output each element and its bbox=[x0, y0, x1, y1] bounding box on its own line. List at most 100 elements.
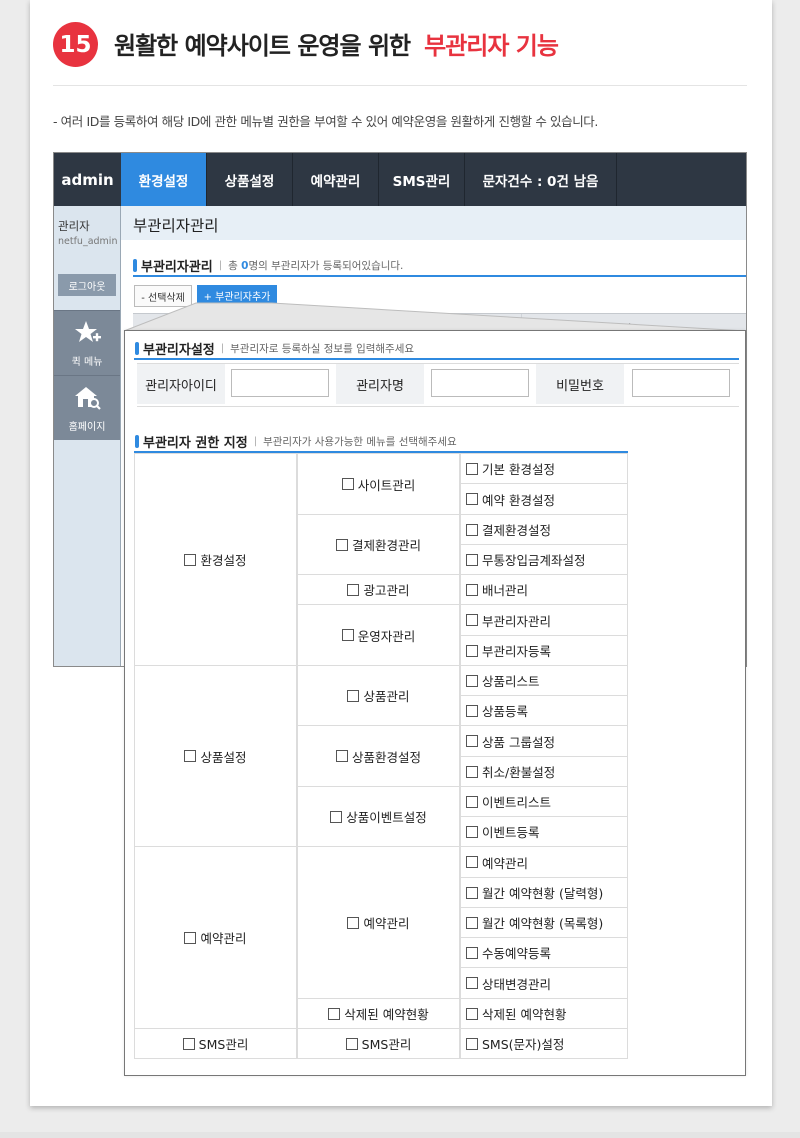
heading-highlight: 부관리자 기능 bbox=[424, 32, 559, 60]
perm-submenu: 상품관리 bbox=[297, 665, 460, 726]
perm-group: 상품설정 bbox=[134, 665, 297, 847]
perm-item-label: 부관리자관리 bbox=[482, 613, 552, 629]
perm-item-checkbox[interactable] bbox=[466, 614, 478, 626]
nav-reservations[interactable]: 예약관리 bbox=[293, 153, 379, 206]
perm-item-checkbox[interactable] bbox=[466, 462, 478, 475]
perm-item-label: 상품등록 bbox=[482, 704, 529, 719]
nav-sms-count[interactable]: 문자건수 : 0건 남음 bbox=[465, 153, 617, 206]
heading-text: 원활한 예약사이트 운영을 위한 bbox=[114, 32, 411, 60]
subadmin-add-panel: 부관리자설정 | 부관리자로 등록하실 정보를 입력해주세요 관리자아이디 관리… bbox=[124, 330, 746, 1076]
perm-item: 부관리자등록 bbox=[460, 635, 628, 666]
perm-item-checkbox[interactable] bbox=[466, 886, 478, 899]
perm-item: 상품리스트 bbox=[460, 665, 628, 696]
perm-group-checkbox[interactable] bbox=[184, 931, 197, 944]
homepage-button[interactable]: 홈페이지 bbox=[54, 375, 120, 440]
password-input[interactable] bbox=[632, 369, 730, 397]
perm-item-checkbox[interactable] bbox=[466, 795, 478, 808]
perm-group: 환경설정 bbox=[134, 453, 297, 666]
page-footer-band bbox=[0, 1132, 800, 1138]
perm-submenu: 결제환경관리 bbox=[297, 514, 460, 575]
perm-item-checkbox[interactable] bbox=[466, 583, 478, 596]
section-marker bbox=[133, 259, 137, 272]
add-subadmin-button[interactable]: + 부관리자추가 bbox=[197, 285, 277, 305]
admin-id-label: 관리자아이디 bbox=[137, 364, 225, 404]
perm-item-checkbox[interactable] bbox=[466, 946, 478, 959]
perm-group-checkbox[interactable] bbox=[184, 750, 197, 762]
permissions-title: 부관리자 권한 지정 bbox=[143, 436, 248, 451]
section-title: 부관리자관리 bbox=[141, 260, 213, 275]
perm-item-label: 취소/환불설정 bbox=[482, 765, 556, 780]
perm-submenu-checkbox[interactable] bbox=[330, 810, 343, 823]
perm-group-label: 예약관리 bbox=[200, 931, 247, 946]
perm-submenu: 광고관리 bbox=[297, 574, 460, 605]
perm-item-checkbox[interactable] bbox=[466, 916, 478, 929]
admin-id-input[interactable] bbox=[231, 369, 329, 397]
perm-submenu-checkbox[interactable] bbox=[347, 583, 360, 596]
perm-item-checkbox[interactable] bbox=[466, 674, 478, 687]
perm-submenu-checkbox[interactable] bbox=[341, 629, 354, 641]
perm-submenu-label: 운영자관리 bbox=[357, 628, 416, 644]
perm-item-label: 기본 환경설정 bbox=[482, 462, 555, 477]
nav-products[interactable]: 상품설정 bbox=[207, 153, 293, 206]
perm-submenu: 삭제된 예약현황 bbox=[297, 998, 460, 1029]
perm-item-checkbox[interactable] bbox=[466, 644, 478, 657]
perm-item-checkbox[interactable] bbox=[466, 856, 478, 868]
perm-item: 이벤트등록 bbox=[460, 816, 628, 847]
perm-item-label: 예약 환경설정 bbox=[482, 492, 555, 508]
perm-item: SMS(문자)설정 bbox=[460, 1028, 628, 1059]
perm-item-label: 예약관리 bbox=[482, 855, 529, 871]
perm-submenu-checkbox[interactable] bbox=[347, 689, 360, 702]
perm-item-label: 상품 그룹설정 bbox=[482, 734, 555, 750]
perm-item-label: SMS(문자)설정 bbox=[482, 1037, 565, 1052]
perm-submenu-checkbox[interactable] bbox=[335, 538, 348, 551]
perm-group-checkbox[interactable] bbox=[182, 1037, 195, 1050]
perm-group-checkbox[interactable] bbox=[184, 553, 197, 566]
star-plus-icon bbox=[75, 321, 101, 342]
perm-submenu: 상품환경설정 bbox=[297, 725, 460, 787]
perm-item-checkbox[interactable] bbox=[466, 1007, 478, 1020]
perm-submenu-label: 예약관리 bbox=[363, 916, 410, 931]
perm-submenu-checkbox[interactable] bbox=[328, 1007, 341, 1020]
house-search-icon bbox=[75, 387, 101, 410]
perm-item-checkbox[interactable] bbox=[466, 493, 478, 505]
perm-item-label: 부관리자등록 bbox=[482, 644, 552, 659]
delete-selected-button[interactable]: - 선택삭제 bbox=[134, 285, 192, 307]
perm-group-label: 환경설정 bbox=[200, 553, 247, 568]
perm-item-checkbox[interactable] bbox=[466, 704, 478, 717]
heading-divider bbox=[53, 85, 747, 86]
settings-subtitle: 부관리자로 등록하실 정보를 입력해주세요 bbox=[230, 343, 415, 355]
settings-underline bbox=[134, 358, 739, 360]
perm-item-checkbox[interactable] bbox=[466, 825, 478, 838]
perm-item: 예약 환경설정 bbox=[460, 483, 628, 515]
perm-item-checkbox[interactable] bbox=[466, 523, 478, 536]
perm-item-label: 배너관리 bbox=[482, 583, 529, 598]
perm-item: 상태변경관리 bbox=[460, 967, 628, 999]
settings-section-header: 부관리자설정 | 부관리자로 등록하실 정보를 입력해주세요 bbox=[135, 339, 414, 358]
nav-settings[interactable]: 환경설정 bbox=[121, 153, 207, 206]
perm-submenu-checkbox[interactable] bbox=[345, 1037, 358, 1050]
perm-item-checkbox[interactable] bbox=[466, 735, 478, 747]
perm-submenu-checkbox[interactable] bbox=[347, 916, 360, 929]
perm-item: 취소/환불설정 bbox=[460, 756, 628, 787]
logout-button[interactable]: 로그아웃 bbox=[58, 274, 116, 296]
nav-sms[interactable]: SMS관리 bbox=[379, 153, 465, 206]
sidebar-user-label: 관리자 bbox=[58, 219, 90, 233]
info-prefix: 총 bbox=[228, 260, 238, 272]
perm-item-checkbox[interactable] bbox=[466, 977, 478, 989]
admin-name-input[interactable] bbox=[431, 369, 529, 397]
perm-item-checkbox[interactable] bbox=[466, 1037, 478, 1050]
perm-submenu-checkbox[interactable] bbox=[341, 478, 354, 490]
top-navigation: admin 환경설정 상품설정 예약관리 SMS관리 문자건수 : 0건 남음 bbox=[54, 153, 746, 206]
perm-submenu-label: SMS관리 bbox=[361, 1037, 412, 1052]
section-separator: | bbox=[253, 436, 258, 447]
perm-item-label: 이벤트리스트 bbox=[482, 795, 552, 810]
page-title: 부관리자관리 bbox=[133, 217, 219, 235]
admin-brand[interactable]: admin bbox=[54, 153, 121, 206]
perm-item: 무통장입금계좌설정 bbox=[460, 544, 628, 575]
perm-submenu-checkbox[interactable] bbox=[335, 750, 348, 762]
perm-item-checkbox[interactable] bbox=[466, 553, 478, 566]
perm-item: 수동예약등록 bbox=[460, 937, 628, 968]
perm-item-label: 결제환경설정 bbox=[482, 523, 552, 538]
quick-menu-button[interactable]: 퀵 메뉴 bbox=[54, 310, 120, 375]
perm-item-checkbox[interactable] bbox=[466, 765, 478, 778]
